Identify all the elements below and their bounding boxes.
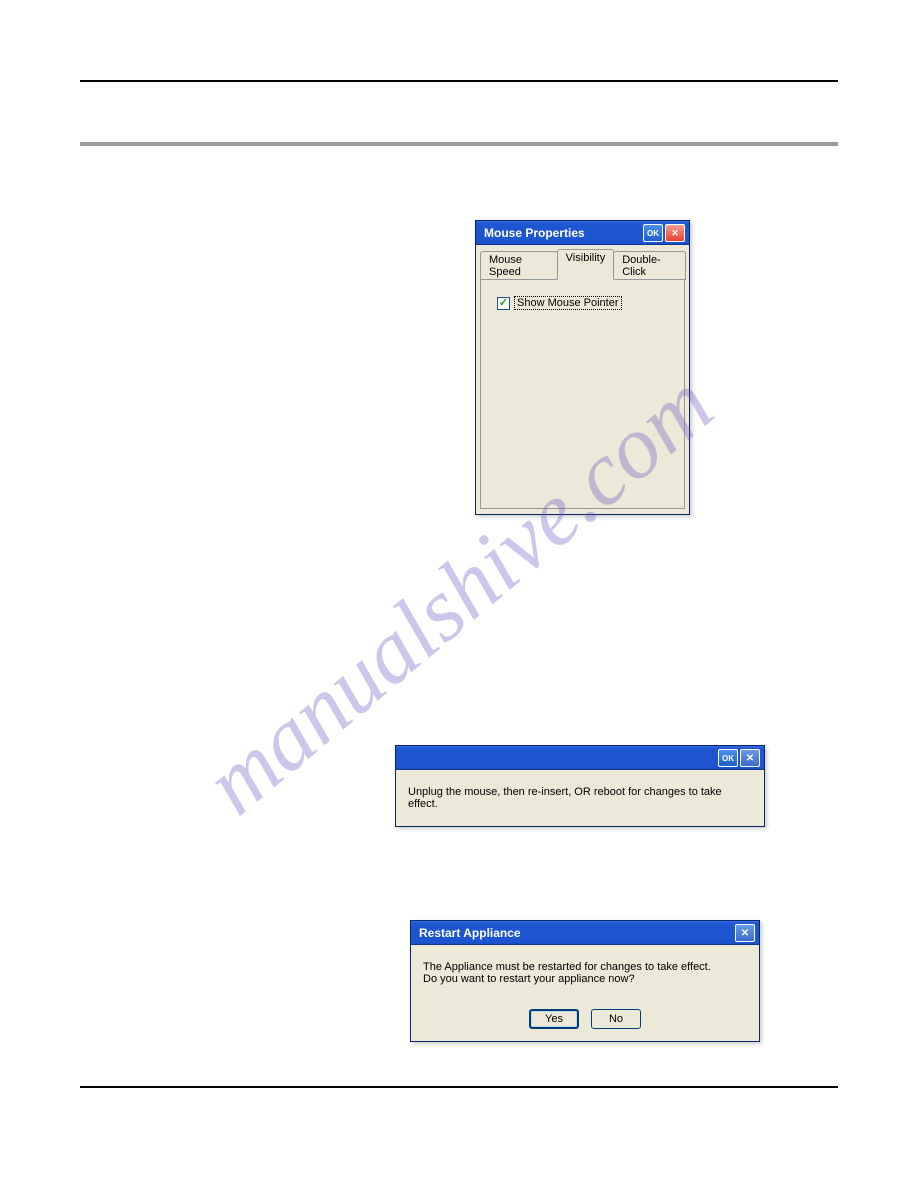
close-button[interactable]: ✕	[735, 924, 755, 942]
restart-appliance-dialog: Restart Appliance ✕ The Appliance must b…	[410, 920, 760, 1042]
checkmark-icon: ✓	[499, 298, 508, 309]
restart-line2: Do you want to restart your appliance no…	[423, 973, 747, 985]
restart-line1: The Appliance must be restarted for chan…	[423, 961, 747, 973]
tab-mouse-speed[interactable]: Mouse Speed	[480, 251, 558, 280]
restart-titlebar[interactable]: Restart Appliance ✕	[411, 921, 759, 945]
tab-row: Mouse Speed Visibility Double-Click	[476, 245, 689, 280]
tab-double-click[interactable]: Double-Click	[613, 251, 686, 280]
ok-button[interactable]: OK	[718, 749, 738, 767]
dialog-button-row: Yes No	[411, 1001, 759, 1041]
checkbox-row: ✓ Show Mouse Pointer	[497, 296, 668, 310]
restart-message-body: The Appliance must be restarted for chan…	[411, 945, 759, 1001]
tab-content: ✓ Show Mouse Pointer	[480, 279, 685, 509]
close-icon: ✕	[671, 228, 679, 239]
ok-button[interactable]: OK	[643, 224, 663, 242]
close-icon: ✕	[741, 928, 749, 939]
titlebar-buttons: ✕	[735, 924, 755, 942]
unplug-mouse-dialog: OK ✕ Unplug the mouse, then re-insert, O…	[395, 745, 765, 827]
page-content	[0, 0, 918, 246]
close-button[interactable]: ✕	[665, 224, 685, 242]
restart-title: Restart Appliance	[419, 926, 521, 940]
gray-rule	[80, 142, 838, 146]
show-pointer-label[interactable]: Show Mouse Pointer	[514, 296, 622, 310]
unplug-titlebar[interactable]: OK ✕	[396, 746, 764, 770]
titlebar-buttons: OK ✕	[643, 224, 685, 242]
yes-button[interactable]: Yes	[529, 1009, 579, 1029]
close-icon: ✕	[746, 753, 754, 764]
mouse-properties-title: Mouse Properties	[484, 226, 585, 240]
show-pointer-checkbox[interactable]: ✓	[497, 297, 510, 310]
no-button[interactable]: No	[591, 1009, 641, 1029]
top-rule	[80, 80, 838, 82]
titlebar-buttons: OK ✕	[718, 749, 760, 767]
mouse-properties-dialog: Mouse Properties OK ✕ Mouse Speed Visibi…	[475, 220, 690, 515]
unplug-message: Unplug the mouse, then re-insert, OR reb…	[396, 770, 764, 826]
tab-visibility[interactable]: Visibility	[557, 249, 615, 280]
mouse-properties-titlebar[interactable]: Mouse Properties OK ✕	[476, 221, 689, 245]
bottom-rule	[80, 1086, 838, 1088]
close-button[interactable]: ✕	[740, 749, 760, 767]
